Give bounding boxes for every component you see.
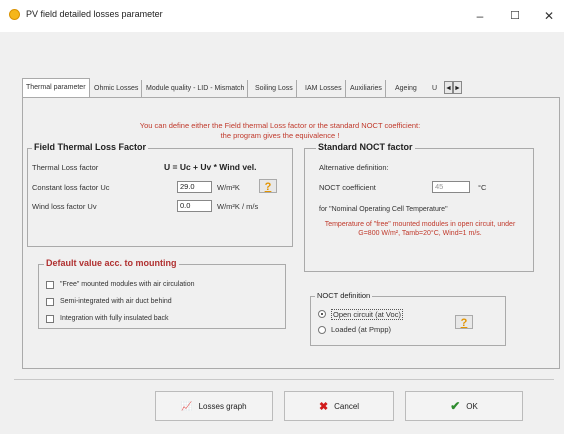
info-text: You can define either the Field thermal … bbox=[60, 121, 500, 141]
wind-loss-input[interactable]: 0.0 bbox=[177, 200, 212, 212]
noct-title: Standard NOCT factor bbox=[316, 142, 415, 152]
ok-icon: ✔ bbox=[450, 399, 461, 413]
noct-loaded-label: Loaded (at Pmpp) bbox=[331, 325, 392, 334]
thermal-loss-label: Thermal Loss factor bbox=[32, 163, 99, 172]
tab-scroll-left-icon[interactable]: ◄ bbox=[444, 81, 453, 94]
noct-coef-label: NOCT coefficient bbox=[319, 183, 376, 192]
noct-alt-label: Alternative definition: bbox=[319, 163, 389, 172]
losses-graph-label: Losses graph bbox=[198, 401, 247, 411]
help-icon: ? bbox=[460, 317, 468, 329]
noct-open-circuit-radio[interactable] bbox=[318, 310, 326, 318]
constant-loss-label: Constant loss factor Uc bbox=[32, 183, 110, 192]
constant-loss-input[interactable]: 29.0 bbox=[177, 181, 212, 193]
tab-iam-losses[interactable]: IAM Losses bbox=[302, 80, 346, 97]
mounting-integrated-label: Integration with fully insulated back bbox=[60, 315, 169, 322]
noct-open-circuit-label: Open circuit (at Voc) bbox=[331, 309, 403, 320]
wind-loss-unit: W/m²K / m/s bbox=[217, 202, 259, 211]
mounting-semi-label: Semi-integrated with air duct behind bbox=[60, 298, 172, 305]
info-line-2: the program gives the equivalence ! bbox=[220, 131, 340, 140]
maximize-button[interactable]: ☐ bbox=[501, 6, 529, 26]
noct-loaded-radio[interactable] bbox=[318, 326, 326, 334]
separator bbox=[14, 379, 554, 380]
field-thermal-title: Field Thermal Loss Factor bbox=[32, 142, 149, 152]
wind-loss-label: Wind loss factor Uv bbox=[32, 202, 97, 211]
help-icon: ? bbox=[264, 181, 272, 193]
mounting-title: Default value acc. to mounting bbox=[44, 258, 179, 268]
window-title: PV field detailed losses parameter bbox=[26, 9, 163, 19]
losses-graph-button[interactable]: 📈 Losses graph bbox=[155, 391, 273, 421]
mounting-integrated-checkbox[interactable] bbox=[46, 315, 54, 323]
tab-strip: Thermal parameter Ohmic Losses Module qu… bbox=[22, 78, 564, 98]
noct-help-button[interactable]: ? bbox=[455, 315, 473, 329]
close-button[interactable]: ✕ bbox=[535, 6, 563, 26]
constant-loss-unit: W/m²K bbox=[217, 183, 240, 192]
tab-u[interactable]: U bbox=[429, 80, 441, 97]
cancel-icon: ✖ bbox=[318, 400, 329, 413]
noct-coef-input[interactable]: 45 bbox=[432, 181, 470, 193]
minimize-button[interactable]: – bbox=[466, 6, 494, 26]
cancel-button[interactable]: ✖ Cancel bbox=[284, 391, 394, 421]
mounting-free-label: "Free" mounted modules with air circulat… bbox=[60, 281, 195, 288]
cancel-label: Cancel bbox=[334, 401, 360, 411]
info-line-1: You can define either the Field thermal … bbox=[139, 121, 421, 130]
tab-soiling-loss[interactable]: Soiling Loss bbox=[252, 80, 297, 97]
noct-for-label: for "Nominal Operating Cell Temperature" bbox=[319, 206, 448, 213]
tab-auxiliaries[interactable]: Auxiliaries bbox=[347, 80, 386, 97]
mounting-free-checkbox[interactable] bbox=[46, 281, 54, 289]
mounting-semi-checkbox[interactable] bbox=[46, 298, 54, 306]
noct-definition-group bbox=[310, 296, 506, 346]
graph-icon: 📈 bbox=[181, 400, 193, 411]
app-icon bbox=[9, 9, 20, 20]
ok-button[interactable]: ✔ OK bbox=[405, 391, 523, 421]
tab-ohmic-losses[interactable]: Ohmic Losses bbox=[91, 80, 143, 97]
noct-coef-unit: °C bbox=[478, 183, 487, 192]
noct-definition-title: NOCT definition bbox=[315, 291, 373, 300]
noct-note: Temperature of "free" mounted modules in… bbox=[324, 221, 516, 237]
ok-label: OK bbox=[466, 401, 478, 411]
tab-thermal-parameter[interactable]: Thermal parameter bbox=[22, 78, 90, 98]
tab-module-quality[interactable]: Module quality - LID - Mismatch bbox=[143, 80, 249, 97]
tab-ageing[interactable]: Ageing bbox=[392, 80, 420, 97]
tab-scroll-right-icon[interactable]: ► bbox=[453, 81, 462, 94]
thermal-loss-formula: U = Uc + Uv * Wind vel. bbox=[164, 162, 257, 172]
thermal-help-button[interactable]: ? bbox=[259, 179, 277, 193]
